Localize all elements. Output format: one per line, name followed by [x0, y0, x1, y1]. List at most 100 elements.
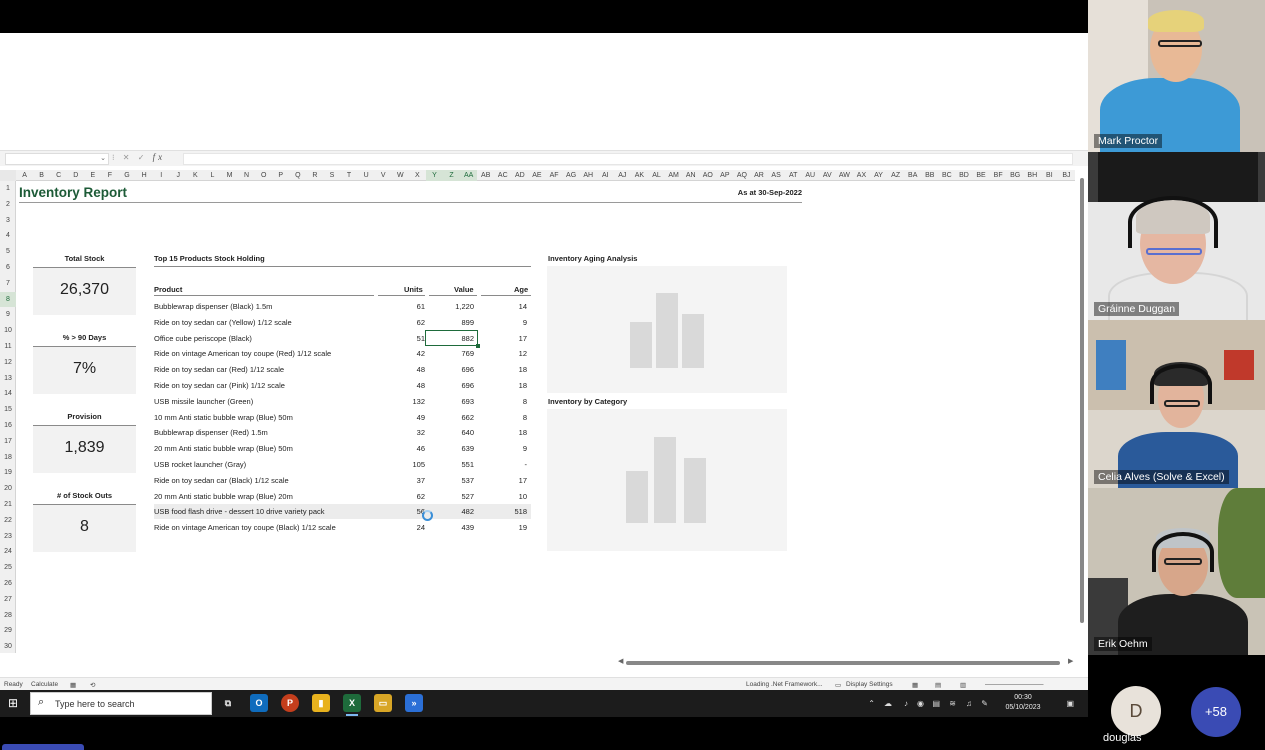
column-header[interactable]: N [238, 170, 255, 181]
table-row[interactable]: USB rocket launcher (Gray) 105 551 - [154, 457, 531, 472]
cell-product[interactable]: Ride on vintage American toy coupe (Red)… [154, 349, 331, 358]
scroll-right-icon[interactable]: ▶ [1068, 657, 1073, 665]
column-header[interactable]: G [118, 170, 135, 181]
row-header[interactable]: 15 [0, 402, 16, 418]
cell-product[interactable]: Bubblewrap dispenser (Red) 1.5m [154, 428, 268, 437]
row-header[interactable]: 21 [0, 497, 16, 513]
cell-age[interactable]: 18 [519, 365, 527, 374]
cell-value[interactable]: 662 [461, 413, 474, 422]
cell-product[interactable]: 10 mm Anti static bubble wrap (Blue) 50m [154, 413, 293, 422]
column-header[interactable]: I [153, 170, 170, 181]
row-header[interactable]: 27 [0, 592, 16, 608]
column-header[interactable]: AO [699, 170, 716, 181]
pen-icon[interactable]: ✎ [981, 699, 988, 708]
row-header[interactable]: 4 [0, 228, 16, 244]
row-header[interactable]: 18 [0, 450, 16, 466]
cell-value[interactable]: 639 [461, 444, 474, 453]
column-header[interactable]: P [272, 170, 289, 181]
cell-age[interactable]: 18 [519, 428, 527, 437]
column-header[interactable]: AM [665, 170, 682, 181]
cell-age[interactable]: 12 [519, 349, 527, 358]
cell-units[interactable]: 105 [412, 460, 425, 469]
cell-age[interactable]: 10 [519, 492, 527, 501]
column-header[interactable]: BJ [1058, 170, 1075, 181]
row-header[interactable]: 26 [0, 576, 16, 592]
column-header[interactable]: M [221, 170, 238, 181]
cell-product[interactable]: USB food flash drive - dessert 10 drive … [154, 507, 325, 516]
column-header[interactable]: BF [990, 170, 1007, 181]
row-header[interactable]: 10 [0, 323, 16, 339]
cell-age[interactable]: 17 [519, 476, 527, 485]
column-header[interactable]: AJ [614, 170, 631, 181]
column-header[interactable]: AQ [733, 170, 750, 181]
column-header[interactable]: AT [785, 170, 802, 181]
cell-units[interactable]: 132 [412, 397, 425, 406]
cell-value[interactable]: 696 [461, 365, 474, 374]
powerpoint-icon[interactable]: P [281, 694, 299, 712]
cell-age[interactable]: 9 [523, 318, 527, 327]
column-header[interactable]: AF [546, 170, 563, 181]
status-display-settings[interactable]: Display Settings [846, 681, 893, 688]
column-header[interactable]: S [323, 170, 340, 181]
participant-tile-mark[interactable]: Mark Proctor [1088, 0, 1265, 152]
notifications-icon[interactable]: ▣ [1066, 699, 1074, 708]
row-header[interactable]: 7 [0, 276, 16, 292]
scroll-left-icon[interactable]: ◀ [618, 657, 623, 665]
column-header[interactable]: AX [853, 170, 870, 181]
table-row[interactable]: Bubblewrap dispenser (Red) 1.5m 32 640 18 [154, 425, 531, 440]
cell-age[interactable]: 17 [519, 334, 527, 343]
column-header[interactable]: Q [289, 170, 306, 181]
column-header[interactable]: BG [1007, 170, 1024, 181]
row-header[interactable]: 6 [0, 260, 16, 276]
power-bi-icon[interactable]: ▮ [312, 694, 330, 712]
column-header[interactable]: BE [973, 170, 990, 181]
column-header[interactable]: AN [682, 170, 699, 181]
table-row[interactable]: USB food flash drive - dessert 10 drive … [154, 504, 531, 520]
column-header[interactable]: AK [631, 170, 648, 181]
macro-record-icon[interactable]: ⟲ [90, 681, 95, 689]
table-row[interactable]: Ride on toy sedan car (Black) 1/12 scale… [154, 473, 531, 488]
column-header[interactable]: BB [921, 170, 938, 181]
column-header[interactable]: AI [597, 170, 614, 181]
cell-value[interactable]: 527 [461, 492, 474, 501]
clock[interactable]: 00:30 05/10/2023 [1002, 693, 1044, 713]
fx-icon[interactable]: fx [153, 152, 166, 162]
row-header[interactable]: 24 [0, 544, 16, 560]
confirm-icon[interactable]: ✓ [138, 153, 148, 162]
status-calculate[interactable]: Calculate [31, 681, 58, 688]
table-row[interactable]: Ride on vintage American toy coupe (Red)… [154, 346, 531, 361]
column-header[interactable]: AY [870, 170, 887, 181]
cell-units[interactable]: 48 [417, 365, 425, 374]
chevron-down-icon[interactable]: ⌄ [100, 154, 106, 162]
column-header[interactable]: A [16, 170, 33, 181]
column-header[interactable]: K [187, 170, 204, 181]
row-header[interactable]: 2 [0, 197, 16, 213]
volume-icon[interactable]: ♫ [966, 699, 972, 708]
table-row[interactable]: USB missile launcher (Green) 132 693 8 [154, 394, 531, 409]
column-header[interactable]: Y [425, 170, 443, 181]
display-settings-icon[interactable]: ▭ [835, 681, 841, 689]
row-header[interactable]: 29 [0, 623, 16, 639]
column-header[interactable]: AA [460, 170, 478, 181]
column-header[interactable]: V [375, 170, 392, 181]
task-view-icon[interactable]: ⧉ [219, 694, 237, 712]
chart-category-placeholder[interactable] [547, 409, 787, 551]
onedrive-icon[interactable]: ☁ [884, 699, 892, 708]
column-header[interactable]: AZ [887, 170, 904, 181]
formula-input[interactable] [183, 153, 1073, 165]
more-participants-button[interactable]: +58 [1191, 687, 1241, 737]
windows-start-icon[interactable]: ⊞ [8, 697, 21, 710]
row-header[interactable]: 23 [0, 529, 16, 545]
column-header[interactable]: H [136, 170, 153, 181]
kpi-card-total-stock[interactable]: 26,370 [33, 267, 136, 315]
column-header[interactable]: D [67, 170, 84, 181]
taskbar-search[interactable]: ⌕ Type here to search [30, 692, 212, 715]
column-header[interactable]: AP [716, 170, 733, 181]
row-header[interactable]: 3 [0, 213, 16, 229]
participant-tile-celia[interactable]: Celia Alves (Solve & Excel) [1088, 320, 1265, 488]
cell-age[interactable]: 14 [519, 302, 527, 311]
row-header[interactable]: 16 [0, 418, 16, 434]
cell-value[interactable]: 696 [461, 381, 474, 390]
column-header[interactable]: BC [938, 170, 955, 181]
webcam-icon[interactable]: ◉ [917, 699, 924, 708]
